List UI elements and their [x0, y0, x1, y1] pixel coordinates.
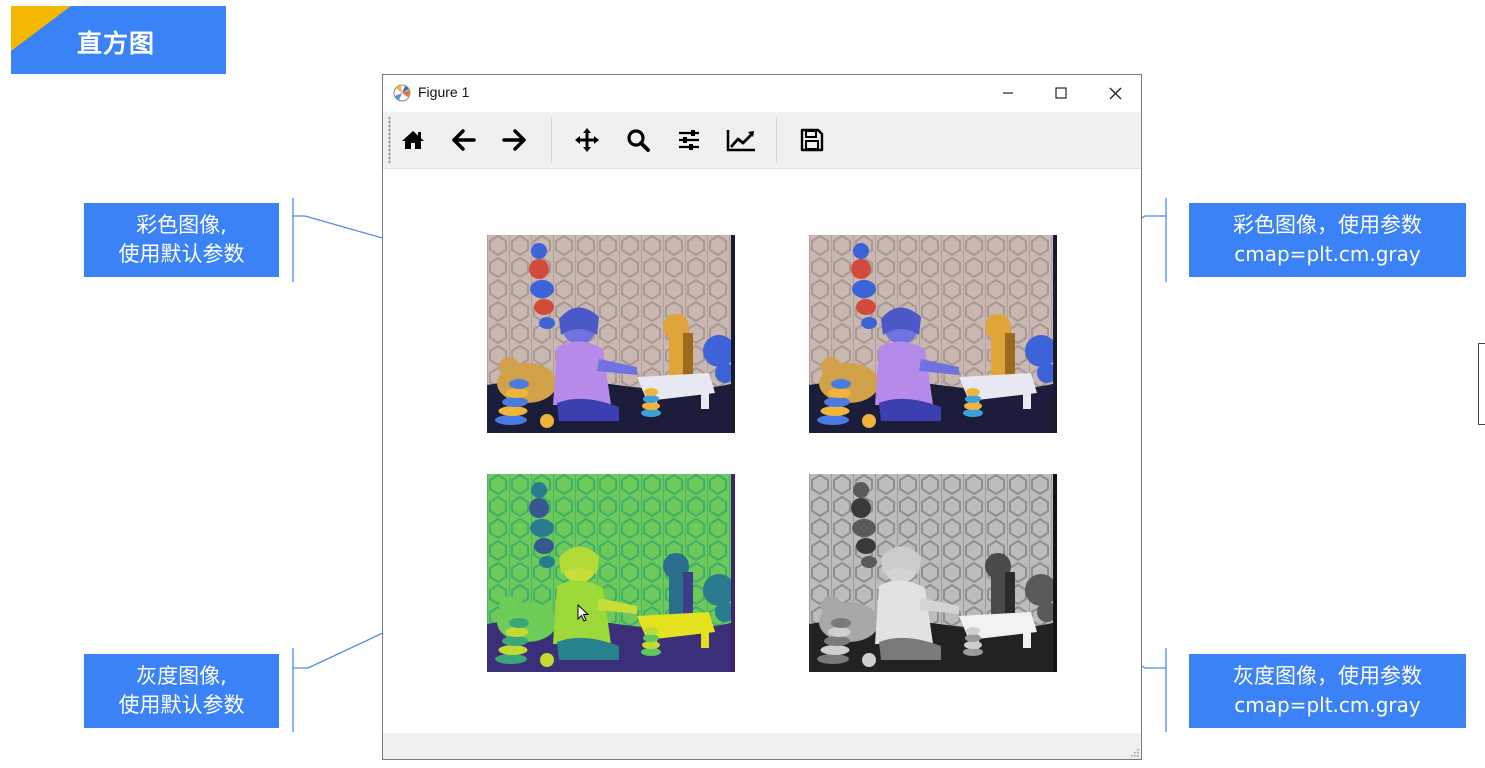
maximize-icon: [1055, 87, 1067, 99]
maximize-button[interactable]: [1039, 79, 1083, 107]
gray-image-default-image: [487, 474, 735, 672]
callout-line1: 彩色图像，使用参数: [1233, 213, 1422, 237]
minimize-icon: [1003, 92, 1013, 94]
save-icon: [800, 128, 824, 152]
color-image-gray-image: [809, 235, 1057, 433]
zoom-button[interactable]: [622, 124, 654, 156]
image-panel-color-default[interactable]: [487, 235, 735, 433]
callout-gray-gray: 灰度图像，使用参数 cmap=plt.cm.gray: [1189, 654, 1466, 728]
zoom-icon: [627, 129, 650, 152]
window-title: Figure 1: [418, 84, 470, 100]
chart-line-icon: [726, 130, 755, 152]
move-icon: [575, 128, 599, 152]
edge-bracket: [1478, 343, 1485, 425]
status-bar: [383, 733, 1141, 759]
home-icon: [402, 131, 424, 149]
navigation-toolbar: [383, 112, 1141, 169]
callout-line1: 灰度图像,: [136, 664, 227, 688]
gray-image-gray-image: [809, 474, 1057, 672]
title-corner-decoration: [11, 6, 71, 51]
callout-line1: 彩色图像,: [136, 213, 227, 237]
callout-line2: cmap=plt.cm.gray: [1234, 693, 1421, 717]
resize-grip-icon[interactable]: [1129, 747, 1139, 757]
arrow-left-icon: [452, 129, 476, 151]
forward-button[interactable]: [498, 124, 530, 156]
sliders-icon: [679, 130, 699, 150]
mouse-cursor-icon: [577, 604, 589, 622]
window-titlebar[interactable]: Figure 1: [383, 75, 1141, 111]
callout-line1: 灰度图像，使用参数: [1233, 664, 1422, 688]
slide-title: 直方图: [77, 29, 156, 58]
save-button[interactable]: [796, 124, 828, 156]
toolbar-grip[interactable]: [388, 116, 391, 164]
callout-gray-default: 灰度图像, 使用默认参数: [84, 654, 279, 728]
close-button[interactable]: [1093, 79, 1137, 107]
callout-line2: 使用默认参数: [118, 242, 245, 266]
configure-subplots-button[interactable]: [673, 124, 705, 156]
callout-color-gray: 彩色图像，使用参数 cmap=plt.cm.gray: [1189, 203, 1466, 277]
home-button[interactable]: [397, 124, 429, 156]
slide-title-tag: 直方图: [11, 6, 226, 74]
toolbar-separator: [551, 117, 552, 163]
callout-line2: cmap=plt.cm.gray: [1234, 242, 1421, 266]
image-panel-color-gray[interactable]: [809, 235, 1057, 433]
color-image-default-image: [487, 235, 735, 433]
image-panel-gray-default[interactable]: [487, 474, 735, 672]
edit-axis-button[interactable]: [725, 124, 757, 156]
callout-line2: 使用默认参数: [118, 693, 245, 717]
callout-color-default: 彩色图像, 使用默认参数: [84, 203, 279, 277]
back-button[interactable]: [448, 124, 480, 156]
minimize-button[interactable]: [986, 79, 1030, 107]
close-icon: [1109, 87, 1121, 99]
image-panel-gray-gray[interactable]: [809, 474, 1057, 672]
matplotlib-logo-icon: [393, 84, 411, 102]
pan-button[interactable]: [571, 124, 603, 156]
arrow-right-icon: [502, 129, 526, 151]
toolbar-separator: [776, 117, 777, 163]
